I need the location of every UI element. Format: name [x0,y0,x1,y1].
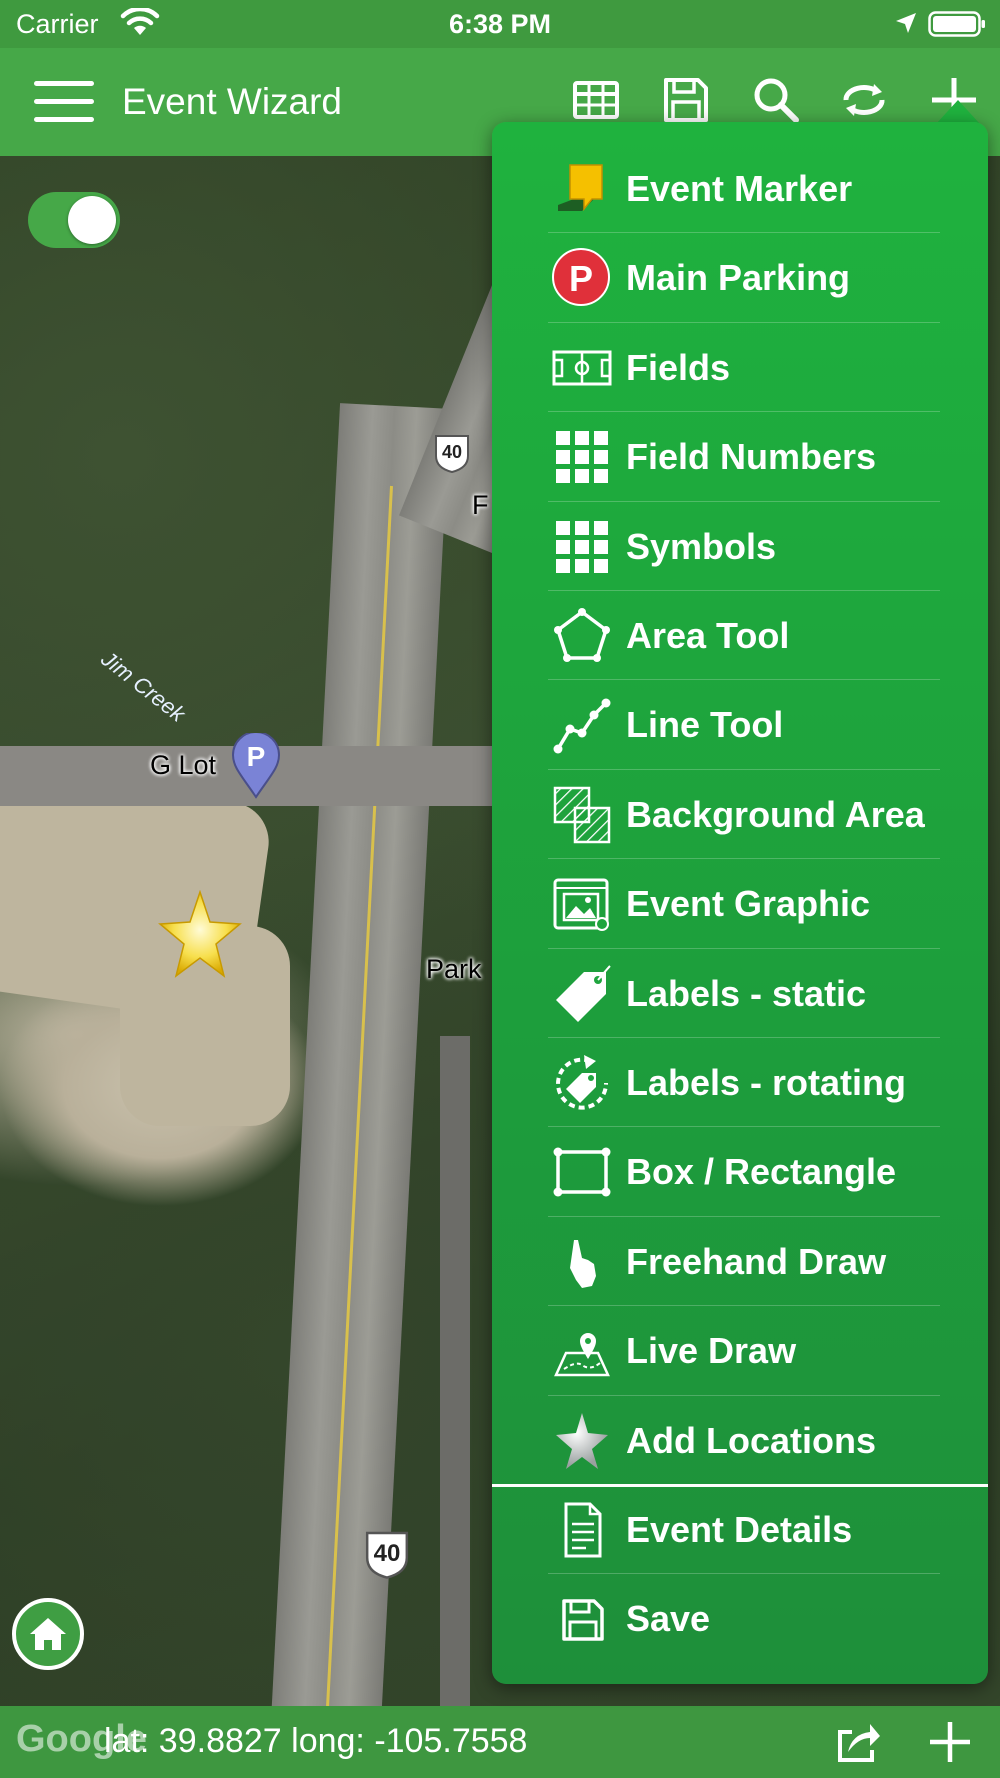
creek-label: Jim Creek [96,646,191,727]
highway [266,403,450,1706]
menu-item-main-parking[interactable]: P Main Parking [492,233,988,323]
save-icon [562,1599,604,1642]
hatched-squares-icon [553,786,611,844]
menu-item-save[interactable]: Save [492,1574,988,1663]
share-icon[interactable] [834,1718,882,1766]
grid-icon [556,431,608,484]
rotating-tag-icon [556,1055,609,1110]
refresh-button[interactable] [838,74,890,126]
highway-shield-number: 40 [441,442,463,462]
grid-icon [556,520,608,573]
add-icon[interactable] [928,1720,972,1764]
search-icon [754,78,799,123]
coordinates-readout: lat: 39.8827 long: -105.7558 [104,1722,528,1760]
location-arrow-icon [896,13,916,33]
save-icon [664,78,708,122]
menu-item-labels-static[interactable]: Labels - static [492,949,988,1038]
home-icon [30,1618,66,1650]
page-title: Event Wizard [122,81,343,122]
refresh-icon [843,84,885,116]
battery-icon [928,11,985,37]
clock: 6:38 PM [448,9,552,39]
menu-item-label: Area Tool [626,615,790,656]
menu-item-label: Box / Rectangle [626,1151,897,1193]
home-button[interactable] [12,1598,84,1670]
toggle-knob [68,196,116,244]
menu-item-label: Fields [626,346,731,388]
menu-item-label: Main Parking [626,257,851,299]
menu-caret [936,100,980,124]
menu-item-line-tool[interactable]: Line Tool [492,680,988,770]
save-button[interactable] [660,74,712,126]
menu-item-event-details[interactable]: Event Details [492,1485,988,1575]
menu-item-label: Background Area [626,793,925,835]
tag-icon [556,964,611,1022]
menu-item-label: Freehand Draw [626,1240,887,1282]
road-label: Park [426,954,482,984]
table-icon [573,81,619,119]
menu-icon[interactable] [34,78,94,126]
map-toggle[interactable] [28,192,120,248]
menu-item-symbols[interactable]: Symbols [492,502,988,591]
map-pin-path-icon [554,1333,610,1377]
highway-shield: 40 [362,1528,412,1580]
menu-item-label: Save [626,1598,711,1640]
star-icon[interactable] [158,890,242,980]
menu-item-background-area[interactable]: Background Area [492,770,988,860]
side-road [440,1036,470,1706]
menu-item-area-tool[interactable]: Area Tool [492,591,988,681]
menu-item-label: Live Draw [626,1330,797,1372]
status-bar: Carrier 6:38 PM [0,0,1000,48]
hand-pointer-icon [570,1239,596,1288]
parking-lot-label: G Lot [150,750,217,780]
menu-item-live-draw[interactable]: Live Draw [492,1306,988,1396]
parking-pin-letter: P [246,741,266,772]
polyline-icon [553,698,611,754]
image-frame-icon [553,878,609,932]
rectangle-icon [553,1147,611,1197]
document-icon [564,1502,602,1558]
menu-item-fields[interactable]: Fields [492,323,988,413]
highway-shield: 40 [432,432,472,474]
menu-item-label: Symbols [626,525,777,567]
add-menu: Event Marker P Main Parking Fields Field [492,122,988,1684]
menu-item-label: Labels - static [626,972,867,1014]
menu-item-label: Event Details [626,1509,853,1550]
menu-item-add-locations[interactable]: Add Locations [492,1396,988,1485]
menu-item-label: Event Graphic [626,883,871,925]
menu-item-event-marker[interactable]: Event Marker [492,144,988,234]
search-button[interactable] [750,74,802,126]
menu-item-label: Labels - rotating [626,1062,907,1103]
menu-item-label: Line Tool [626,704,784,746]
road-label-partial: F [472,490,489,520]
table-button[interactable] [570,74,622,126]
star-icon [556,1412,608,1469]
menu-item-box-rectangle[interactable]: Box / Rectangle [492,1127,988,1217]
highway-shield-number: 40 [373,1540,401,1567]
parking-pin[interactable]: P [231,731,281,799]
parking-icon-letter: P [568,258,593,300]
menu-item-label: Event Marker [626,168,853,209]
parking-icon: P [552,248,610,307]
menu-item-label: Add Locations [626,1419,876,1461]
menu-item-labels-rotating[interactable]: Labels - rotating [492,1038,988,1128]
pentagon-icon [554,608,610,662]
field-icon [552,350,612,386]
menu-item-event-graphic[interactable]: Event Graphic [492,859,988,949]
menu-item-field-numbers[interactable]: Field Numbers [492,412,988,502]
menu-item-label: Field Numbers [626,436,877,478]
bottom-bar: Google lat: 39.8827 long: -105.7558 [0,1706,1000,1778]
event-marker-icon [558,164,603,212]
menu-item-freehand-draw[interactable]: Freehand Draw [492,1217,988,1307]
